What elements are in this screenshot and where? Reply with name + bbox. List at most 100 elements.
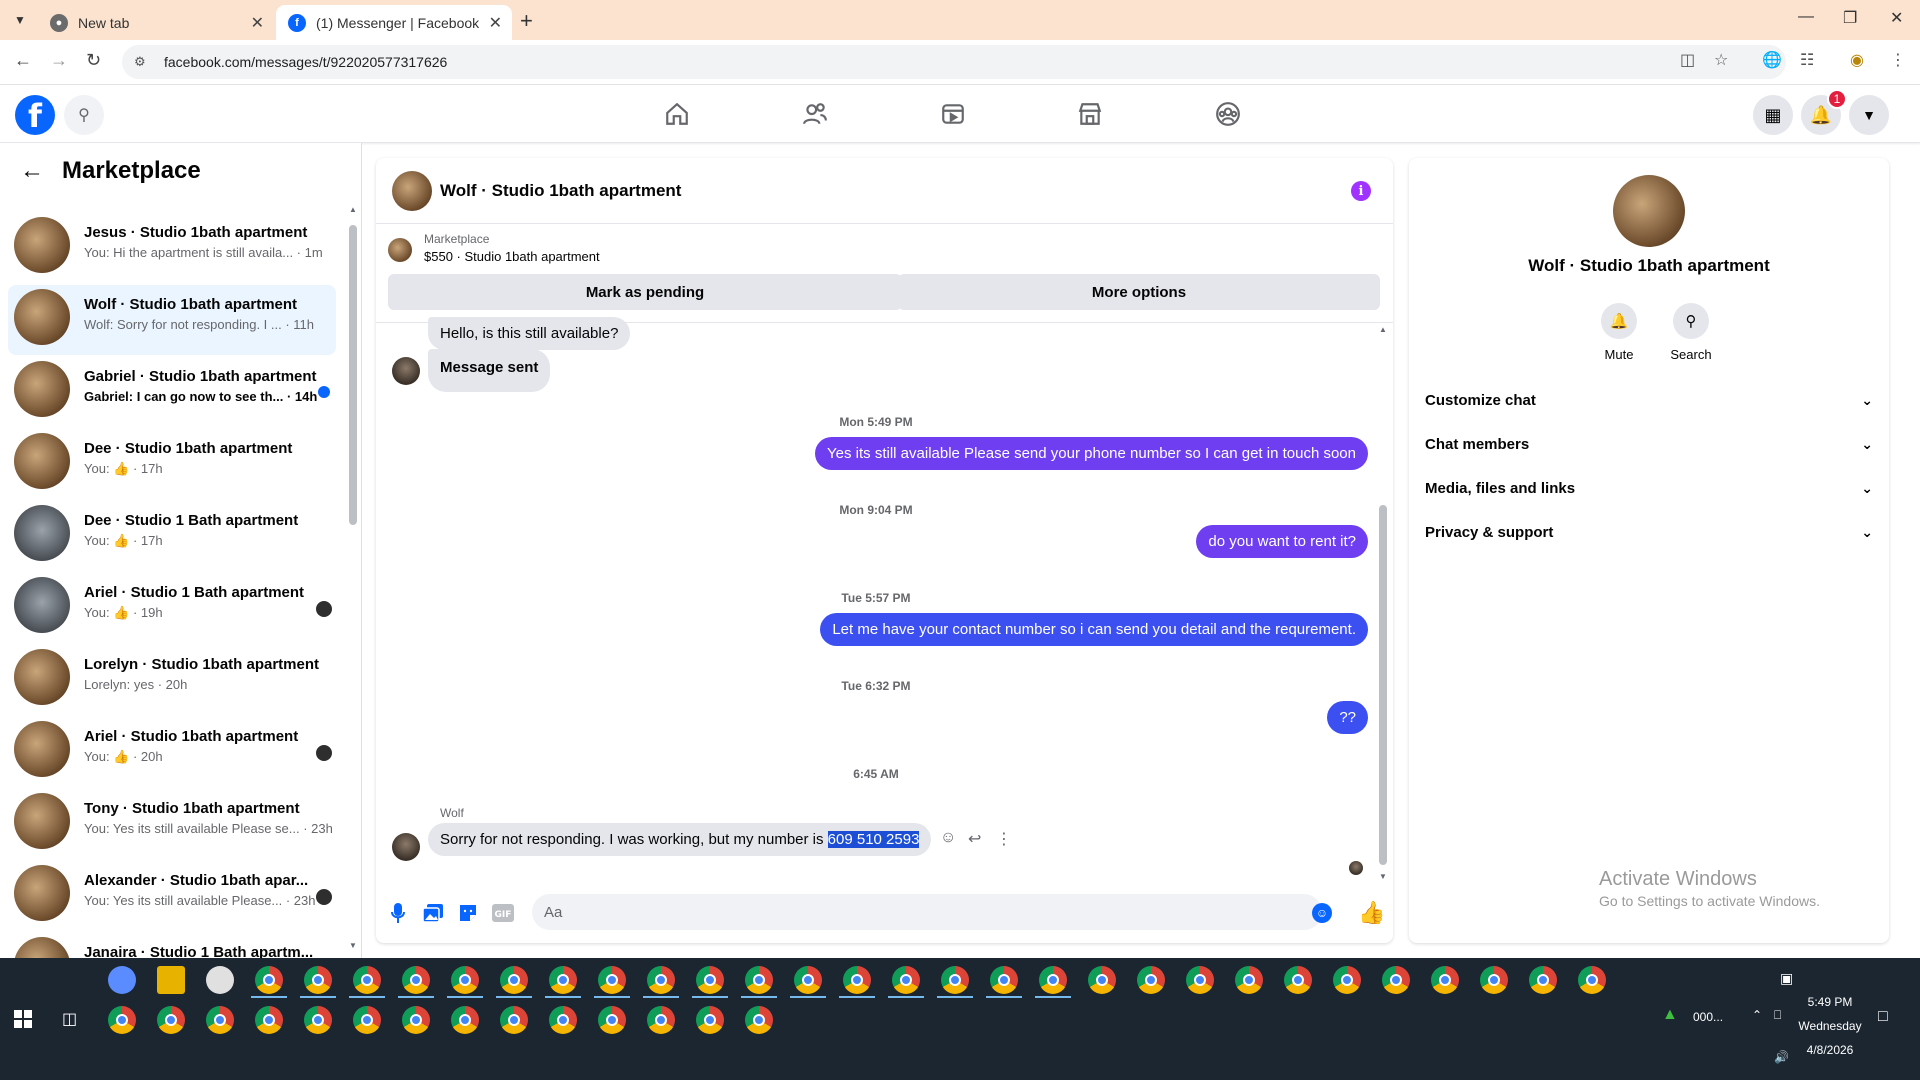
info-icon[interactable]: i xyxy=(1351,181,1371,201)
chrome-icon[interactable] xyxy=(1431,966,1459,994)
chrome-icon[interactable] xyxy=(353,966,381,994)
outgoing-message[interactable]: Yes its still available Please send your… xyxy=(815,437,1368,470)
install-app-icon[interactable]: ◫ xyxy=(1680,50,1695,70)
clock[interactable]: 5:49 PM Wednesday 4/8/2026 xyxy=(1790,990,1870,1062)
chrome-icon[interactable] xyxy=(794,966,822,994)
like-thumb-icon[interactable]: 👍 xyxy=(1358,900,1385,926)
incoming-message[interactable]: Sorry for not responding. I was working,… xyxy=(428,823,932,856)
sidebar-scrollbar[interactable]: ▲ ▼ xyxy=(349,205,357,950)
chrome-icon[interactable] xyxy=(1039,966,1067,994)
task-view-icon[interactable]: ◫ xyxy=(62,1009,77,1029)
conversation-item[interactable]: Gabriel · Studio 1bath apartment Gabriel:… xyxy=(8,357,336,427)
chrome-icon[interactable] xyxy=(1088,966,1116,994)
tab-search-button[interactable]: ▼ xyxy=(8,8,32,32)
chrome-icon[interactable] xyxy=(500,1006,528,1034)
conversation-item[interactable]: Tony · Studio 1bath apartment You: Yes it… xyxy=(8,789,336,859)
chrome-icon[interactable] xyxy=(255,966,283,994)
privacy-support-row[interactable]: Privacy & support ⌄ xyxy=(1425,514,1873,550)
paint-icon[interactable] xyxy=(206,966,234,994)
chevron-up-icon[interactable]: ⌃ xyxy=(1752,1008,1762,1022)
chrome-icon[interactable] xyxy=(745,966,773,994)
chrome-icon[interactable] xyxy=(451,1006,479,1034)
chrome-icon[interactable] xyxy=(402,1006,430,1034)
back-icon[interactable]: ← xyxy=(14,50,32,71)
chat-scrollbar[interactable]: ▲ ▼ xyxy=(1379,325,1387,881)
chrome-icon[interactable] xyxy=(1480,966,1508,994)
chrome-icon[interactable] xyxy=(402,966,430,994)
outgoing-message[interactable]: Let me have your contact number so i can… xyxy=(820,613,1368,646)
marketplace-icon[interactable] xyxy=(1075,99,1105,129)
chrome-icon[interactable] xyxy=(941,966,969,994)
tab-messenger[interactable]: f (1) Messenger | Facebook ✕ xyxy=(276,5,512,40)
avatar[interactable] xyxy=(392,833,420,861)
friends-icon[interactable] xyxy=(800,99,830,129)
gif-icon[interactable]: GIF xyxy=(492,902,514,924)
chrome-icon[interactable] xyxy=(745,1006,773,1034)
tab-new-tab[interactable]: ● New tab ✕ xyxy=(38,5,274,40)
action-center-icon[interactable]: □ xyxy=(1878,1008,1888,1026)
conversation-item[interactable]: Ariel · Studio 1 Bath apartment You: 👍 · … xyxy=(8,573,336,643)
chrome-icon[interactable] xyxy=(304,1006,332,1034)
close-icon[interactable]: ✕ xyxy=(251,13,264,33)
account-menu-icon[interactable]: ▼ xyxy=(1849,95,1889,135)
chrome-icon[interactable] xyxy=(598,966,626,994)
chrome-icon[interactable] xyxy=(549,1006,577,1034)
chrome-icon[interactable] xyxy=(157,1006,185,1034)
site-info-icon[interactable]: ⚙ xyxy=(134,54,152,70)
chrome-icon[interactable] xyxy=(990,966,1018,994)
chat-members-row[interactable]: Chat members ⌄ xyxy=(1425,426,1873,462)
chrome-icon[interactable] xyxy=(647,1006,675,1034)
chrome-icon[interactable] xyxy=(353,1006,381,1034)
address-bar[interactable]: ⚙ facebook.com/messages/t/92202057731762… xyxy=(122,45,1786,79)
microphone-icon[interactable] xyxy=(387,902,409,924)
copilot-icon[interactable] xyxy=(108,966,136,994)
windows-start-icon[interactable] xyxy=(14,1010,32,1028)
url-text[interactable]: facebook.com/messages/t/922020577317626 xyxy=(164,54,447,70)
network-graph-icon[interactable]: ▲ xyxy=(1662,1006,1678,1024)
back-arrow-icon[interactable]: ← xyxy=(20,157,44,185)
chrome-icon[interactable] xyxy=(255,1006,283,1034)
chrome-icon[interactable] xyxy=(549,966,577,994)
extensions-icon[interactable]: ☷ xyxy=(1800,50,1814,70)
video-icon[interactable] xyxy=(938,99,968,129)
conversation-item[interactable]: Janaira · Studio 1 Bath apartm...You: 👍 … xyxy=(8,933,336,958)
scroll-up-icon[interactable]: ▲ xyxy=(349,205,357,214)
incoming-message[interactable]: Hello, is this still available? xyxy=(428,317,631,350)
emoji-icon[interactable]: ☺ xyxy=(1312,903,1332,923)
screen-capture-icon[interactable]: ▣ xyxy=(1780,970,1793,987)
restore-icon[interactable]: ❐ xyxy=(1843,8,1857,28)
chrome-icon[interactable] xyxy=(1382,966,1410,994)
file-explorer-icon[interactable] xyxy=(157,966,185,994)
chrome-icon[interactable] xyxy=(696,1006,724,1034)
window-close-icon[interactable]: ✕ xyxy=(1890,8,1903,28)
chrome-icon[interactable] xyxy=(1186,966,1214,994)
search-conversation-button[interactable]: ⚲ Search xyxy=(1661,303,1721,362)
groups-icon[interactable] xyxy=(1213,99,1243,129)
close-icon[interactable]: ✕ xyxy=(489,13,502,33)
conversation-item[interactable]: Alexander · Studio 1bath apar... You: Yes… xyxy=(8,861,336,931)
home-icon[interactable] xyxy=(662,99,692,129)
avatar[interactable] xyxy=(392,171,432,211)
search-icon[interactable]: ⚲ xyxy=(1673,303,1709,339)
chrome-icon[interactable] xyxy=(1333,966,1361,994)
bookmark-star-icon[interactable]: ☆ xyxy=(1714,50,1728,70)
incoming-message[interactable]: Message sent xyxy=(428,349,551,392)
media-files-links-row[interactable]: Media, files and links ⌄ xyxy=(1425,470,1873,506)
browser-menu-icon[interactable]: ⋮ xyxy=(1890,50,1906,70)
chrome-icon[interactable] xyxy=(892,966,920,994)
profile-icon[interactable]: ◉ xyxy=(1850,50,1864,70)
more-icon[interactable]: ⋮ xyxy=(996,829,1012,849)
scrollbar-thumb[interactable] xyxy=(1379,505,1387,865)
conversation-item[interactable]: Dee · Studio 1bath apartment You: 👍 · 17h xyxy=(8,429,336,499)
conversation-item[interactable]: Lorelyn · Studio 1bath apartment Lorelyn:… xyxy=(8,645,336,715)
chrome-icon[interactable] xyxy=(451,966,479,994)
chrome-icon[interactable] xyxy=(108,1006,136,1034)
avatar[interactable] xyxy=(1613,175,1685,247)
chrome-icon[interactable] xyxy=(696,966,724,994)
more-options-button[interactable]: More options xyxy=(898,274,1380,310)
volume-icon[interactable]: 🔊 xyxy=(1774,1050,1789,1064)
customize-chat-row[interactable]: Customize chat ⌄ xyxy=(1425,382,1873,418)
facebook-logo-icon[interactable]: f xyxy=(15,95,55,135)
scroll-up-icon[interactable]: ▲ xyxy=(1379,325,1387,334)
chrome-icon[interactable] xyxy=(500,966,528,994)
